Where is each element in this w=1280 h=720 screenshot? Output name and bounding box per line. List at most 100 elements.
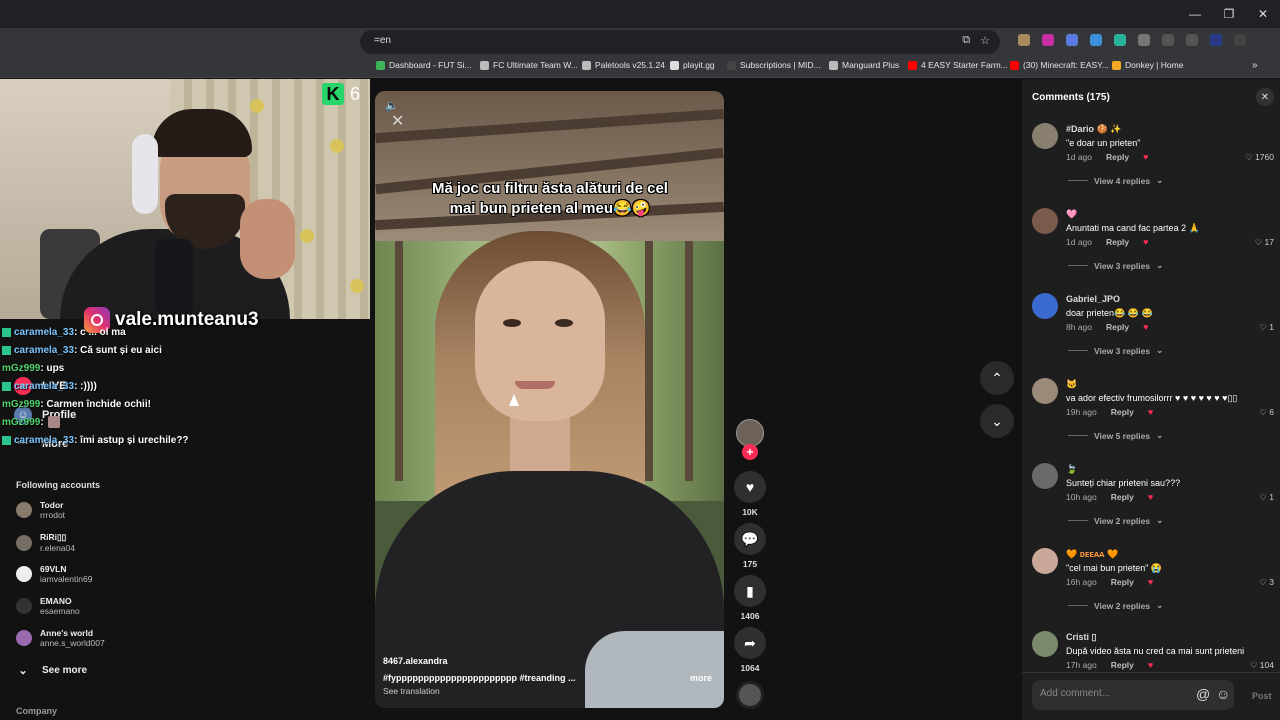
reply-button[interactable]: Reply [1106, 152, 1129, 162]
account-item[interactable]: EMANO esaemano [16, 596, 80, 616]
install-app-icon[interactable]: ⧉ [962, 34, 970, 47]
menu-dots-icon[interactable] [1234, 34, 1246, 46]
account-item[interactable]: Anne's world anne.s_world007 [16, 628, 105, 648]
url-text[interactable]: =en [374, 35, 391, 46]
account-item[interactable]: RiRi▯▯ r.elena04 [16, 532, 75, 553]
avatar[interactable] [1032, 548, 1058, 574]
reply-button[interactable]: Reply [1106, 237, 1129, 247]
avatar [16, 630, 32, 646]
mention-icon[interactable]: @ [1196, 686, 1210, 702]
author-avatar[interactable] [736, 419, 764, 447]
comment-author[interactable]: 🍃 [1066, 464, 1077, 475]
bookmark-item[interactable]: 4 EASY Starter Farm... [908, 60, 1008, 70]
restore-icon[interactable]: ❐ [1212, 0, 1246, 28]
extension-icon[interactable] [1042, 34, 1054, 46]
more-bookmarks-icon[interactable]: » [1252, 60, 1258, 71]
avatar[interactable] [1032, 208, 1058, 234]
account-item[interactable]: Todor rrrodot [16, 500, 65, 520]
reply-button[interactable]: Reply [1111, 577, 1134, 587]
reply-button[interactable]: Reply [1106, 322, 1129, 332]
emoji-icon[interactable]: ☺ [1216, 686, 1230, 702]
bookmark-star-icon[interactable]: ☆ [980, 34, 990, 47]
address-bar[interactable]: =en ⧉ ☆ [360, 30, 1000, 54]
avatar[interactable] [1032, 378, 1058, 404]
see-translation-button[interactable]: See translation [383, 686, 440, 696]
save-button[interactable]: ▮ [734, 575, 766, 607]
comment-like-button[interactable]: ♡ 17 [1255, 237, 1274, 248]
comment-author[interactable]: 🧡 ᴅᴇᴇᴀᴀ 🧡 [1066, 549, 1118, 560]
extension-icon[interactable] [1066, 34, 1078, 46]
comment-like-button[interactable]: ♡ 1 [1259, 492, 1274, 503]
view-replies-button[interactable]: View 4 replies ⌄ [1068, 175, 1163, 186]
comment-like-button[interactable]: ♡ 6 [1259, 407, 1274, 418]
comment-input-box[interactable]: @ ☺ [1032, 680, 1234, 710]
previous-video-button[interactable]: ⌃ [980, 361, 1014, 395]
avatar[interactable] [1032, 123, 1058, 149]
avatar[interactable] [1032, 293, 1058, 319]
comment-input[interactable] [1040, 688, 1180, 699]
comment-time: 1d ago [1066, 152, 1092, 162]
minimize-icon[interactable]: — [1178, 0, 1212, 28]
bookmark-item[interactable]: Manguard Plus [829, 60, 899, 70]
account-item[interactable]: 69VLN iamvalentin69 [16, 564, 92, 584]
description-more-button[interactable]: more [690, 673, 712, 683]
video-author[interactable]: 8467.alexandra [383, 656, 448, 666]
extension-icon[interactable] [1018, 34, 1030, 46]
share-button[interactable]: ➦ [734, 627, 766, 659]
bookmark-item[interactable]: FC Ultimate Team W... [480, 60, 578, 70]
comment-button[interactable]: 💬 [734, 523, 766, 555]
bookmark-item[interactable]: Paletools v25.1.24 [582, 60, 665, 70]
video-hashtags[interactable]: #fypppppppppppppppppppppp #treanding ... [383, 673, 575, 683]
comment-like-button[interactable]: ♡ 104 [1250, 660, 1274, 671]
media-icon[interactable] [1186, 34, 1198, 46]
bookmark-item[interactable]: Donkey | Home [1112, 60, 1183, 70]
view-replies-button[interactable]: View 5 replies ⌄ [1068, 430, 1163, 441]
follow-plus-icon[interactable]: + [742, 444, 758, 460]
extension-icon[interactable] [1090, 34, 1102, 46]
account-name: Todor [40, 500, 64, 510]
avatar[interactable] [1032, 631, 1058, 657]
bookmark-item[interactable]: (30) Minecraft: EASY... [1010, 60, 1109, 70]
post-button[interactable]: Post [1252, 691, 1272, 701]
cast-icon[interactable] [1162, 34, 1174, 46]
comment-like-button[interactable]: ♡ 3 [1259, 577, 1274, 588]
like-button[interactable]: ♥ [734, 471, 766, 503]
bookmark-favicon-icon [829, 60, 838, 70]
reply-button[interactable]: Reply [1111, 492, 1134, 502]
comments-panel: Comments (175) ✕ #Dario 🍪 ✨ "e doar un p… [1022, 79, 1280, 720]
bookmark-favicon-icon [1010, 60, 1019, 70]
next-video-button[interactable]: ⌄ [980, 404, 1014, 438]
view-replies-button[interactable]: View 2 replies ⌄ [1068, 600, 1163, 611]
view-replies-button[interactable]: View 3 replies ⌄ [1068, 260, 1163, 271]
music-disc-icon[interactable] [736, 681, 764, 709]
video-player[interactable]: 🔈 ✕ Mă joc cu filtru ăsta alături de cel… [375, 91, 724, 708]
bookmark-favicon-icon [670, 60, 679, 70]
extension-icon[interactable] [1114, 34, 1126, 46]
comment-author[interactable]: Cristi ▯ [1066, 632, 1096, 643]
creator-liked-icon: ♥ [1147, 492, 1154, 502]
bookmark-item[interactable]: playit.gg [670, 60, 715, 70]
profile-avatar-icon[interactable] [1210, 34, 1222, 46]
company-link[interactable]: Company [16, 706, 57, 716]
bookmark-item[interactable]: Dashboard - FUT Si... [376, 60, 472, 70]
avatar[interactable] [1032, 463, 1058, 489]
reply-button[interactable]: Reply [1111, 407, 1134, 417]
comment-author[interactable]: 🩷 [1066, 209, 1077, 220]
comment-time: 16h ago [1066, 577, 1097, 587]
reply-button[interactable]: Reply [1111, 660, 1134, 670]
comment-time: 8h ago [1066, 322, 1092, 332]
comment-author[interactable]: 🐱 [1066, 379, 1077, 390]
comment-count: 175 [742, 559, 758, 569]
viewer-count: 6 [350, 83, 361, 104]
comment-author[interactable]: #Dario 🍪 ✨ [1066, 124, 1121, 135]
close-comments-icon[interactable]: ✕ [1256, 88, 1274, 106]
bookmark-item[interactable]: Subscriptions | MID... [727, 60, 821, 70]
see-more-button[interactable]: ⌄ See more [14, 659, 87, 681]
puzzle-icon[interactable] [1138, 34, 1150, 46]
comment-like-button[interactable]: ♡ 1 [1259, 322, 1274, 333]
comment-author[interactable]: Gabriel_JPO [1066, 294, 1120, 304]
view-replies-button[interactable]: View 3 replies ⌄ [1068, 345, 1163, 356]
comment-like-button[interactable]: ♡ 1760 [1245, 152, 1274, 163]
close-window-icon[interactable]: ✕ [1246, 0, 1280, 28]
view-replies-button[interactable]: View 2 replies ⌄ [1068, 515, 1163, 526]
